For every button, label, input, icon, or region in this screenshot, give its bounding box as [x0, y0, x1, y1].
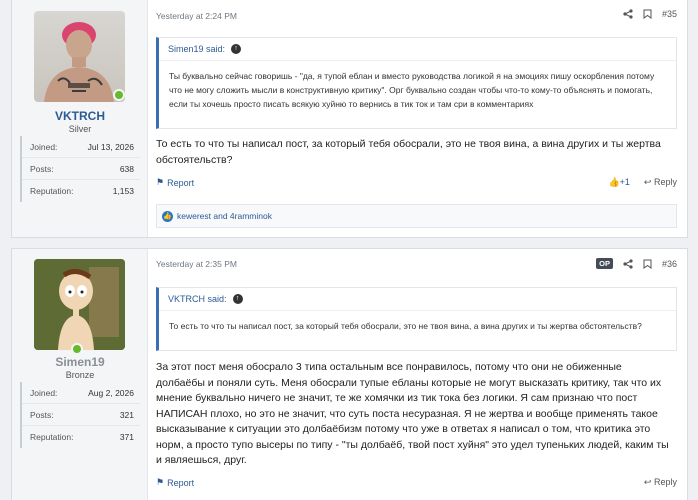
reply-icon: ↩: [643, 177, 652, 187]
like-button[interactable]: 👍+1: [608, 177, 629, 188]
username[interactable]: Simen19: [12, 355, 148, 369]
arrow-up-icon[interactable]: ↑: [231, 44, 242, 54]
post-main: Yesterday at 2:35 PM OP #36 VKTRCH said:…: [148, 249, 687, 500]
username[interactable]: VKTRCH: [12, 109, 148, 123]
post-actions: OP #36: [596, 258, 677, 269]
avatar-portrait: [34, 259, 125, 350]
share-icon[interactable]: [623, 258, 633, 269]
avatar-portrait: [44, 22, 114, 102]
stat-joined: Joined: Aug 2, 2026: [22, 382, 140, 404]
user-title: Bronze: [65, 370, 95, 380]
online-status-icon: [71, 343, 83, 355]
op-badge: OP: [596, 258, 613, 269]
thumbs-up-icon: 👍: [608, 177, 620, 187]
post-number[interactable]: #36: [662, 259, 677, 269]
user-stats: Joined: Jul 13, 2026 Posts: 638 Reputation…: [20, 136, 140, 202]
post-body: За этот пост меня обосрало 3 типа осталь…: [156, 361, 669, 466]
post-actions: #35: [623, 9, 677, 19]
quote-block: VKTRCH said: ↑ То есть то что ты написал …: [156, 287, 677, 351]
post-footer: ⚑ Report ↩ Reply: [156, 477, 677, 488]
stat-posts: Posts: 321: [22, 404, 140, 426]
stat-reputation: Reputation: 371: [30, 432, 134, 442]
post-time[interactable]: Yesterday at 2:35 PM: [156, 259, 237, 269]
post-number[interactable]: #35: [662, 9, 677, 19]
quote-text: Ты буквально сейчас говоришь - "да, я ту…: [169, 71, 655, 109]
reply-icon: ↩: [643, 477, 652, 487]
user-cell: VKTRCH Silver Joined: Jul 13, 2026 Posts:…: [12, 0, 148, 237]
reply-button[interactable]: ↩ Reply: [644, 477, 677, 488]
online-status-icon: [113, 89, 125, 101]
arrow-up-icon[interactable]: ↑: [232, 294, 243, 304]
reactions-users[interactable]: kewerest and 4ramminok: [177, 211, 272, 221]
user-stats: Joined: Aug 2, 2026 Posts: 321 Reputation:…: [20, 382, 140, 448]
post-body: То есть то что ты написал пост, за котор…: [156, 138, 661, 166]
user-title: Silver: [68, 124, 92, 134]
flag-icon: ⚑: [156, 477, 165, 487]
report-button[interactable]: ⚑ Report: [156, 177, 194, 188]
quote-block: Simen19 said: ↑ Ты буквально сейчас говор…: [156, 37, 677, 129]
stat-posts: Posts: 638: [22, 158, 140, 180]
avatar[interactable]: [34, 11, 125, 102]
quote-text: То есть то что ты написал пост, за котор…: [169, 321, 642, 331]
post-35: VKTRCH Silver Joined: Jul 13, 2026 Posts:…: [11, 0, 688, 238]
flag-icon: ⚑: [156, 177, 165, 187]
reactions-bar: 👍 kewerest and 4ramminok: [156, 204, 677, 228]
post-36: Simen19 Bronze Joined: Aug 2, 2026 Posts:…: [11, 248, 688, 500]
post-time[interactable]: Yesterday at 2:24 PM: [156, 11, 237, 21]
stat-reputation: Reputation: 1,153: [30, 186, 134, 196]
bookmark-icon[interactable]: [643, 9, 652, 19]
user-cell: Simen19 Bronze Joined: Aug 2, 2026 Posts:…: [12, 249, 148, 500]
share-icon[interactable]: [623, 9, 633, 19]
avatar[interactable]: [34, 259, 125, 350]
stat-joined: Joined: Jul 13, 2026: [22, 136, 140, 158]
quote-header[interactable]: Simen19 said: ↑: [159, 38, 676, 61]
post-footer: ⚑ Report 👍+1 ↩ Reply: [156, 177, 677, 188]
post-main: Yesterday at 2:24 PM #35 Simen19 said: ↑ …: [148, 0, 687, 237]
reply-button[interactable]: ↩ Reply: [644, 177, 677, 188]
like-reaction-icon: 👍: [162, 210, 173, 222]
report-button[interactable]: ⚑ Report: [156, 477, 194, 488]
quote-header[interactable]: VKTRCH said: ↑: [159, 288, 676, 311]
bookmark-icon[interactable]: [643, 259, 652, 269]
